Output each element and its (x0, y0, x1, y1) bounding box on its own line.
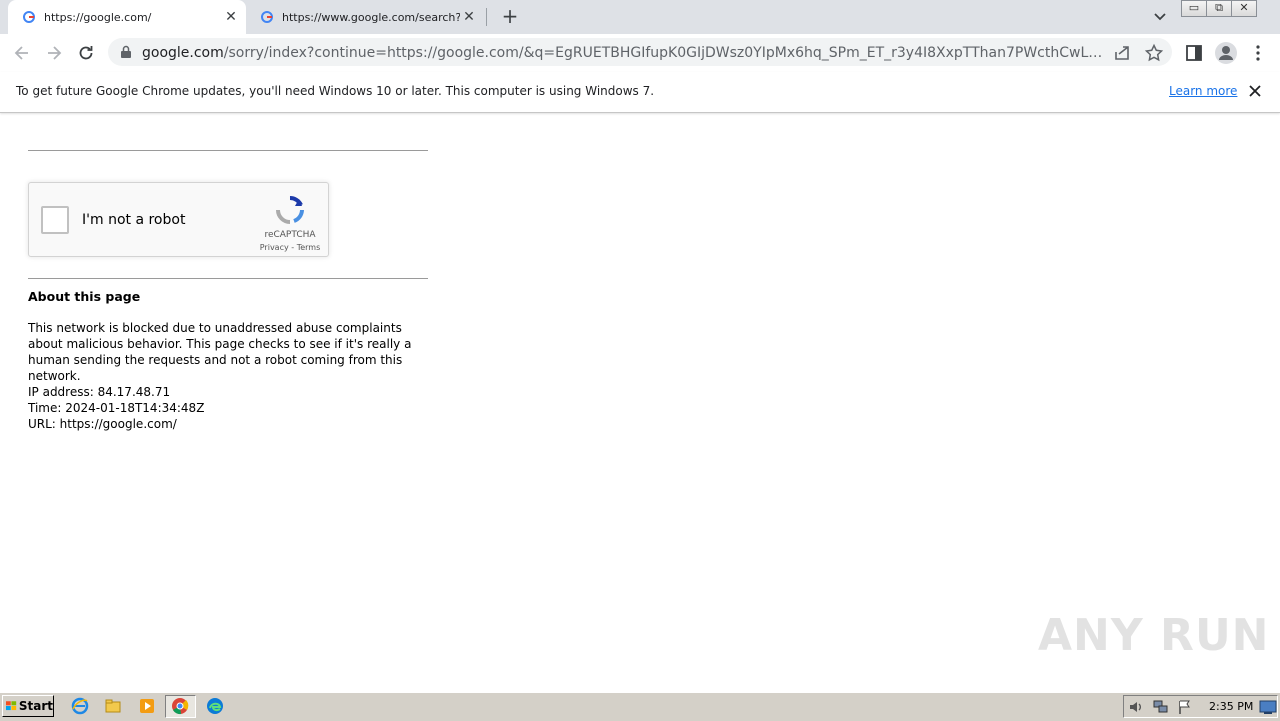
about-body: This network is blocked due to unaddress… (28, 321, 412, 383)
forward-arrow-icon[interactable] (44, 43, 64, 63)
edge-icon[interactable] (206, 697, 224, 715)
google-favicon-icon (261, 11, 273, 23)
url-text[interactable]: google.com/sorry/index?continue=https://… (142, 44, 1106, 62)
tab-title: https://www.google.com/search?q= (282, 10, 460, 24)
internet-explorer-icon[interactable] (71, 697, 89, 715)
tab-google-home[interactable]: https://google.com/ ✕ (8, 0, 246, 34)
recaptcha-label: I'm not a robot (82, 212, 186, 228)
start-label: Start (18, 699, 53, 713)
close-window-button[interactable]: ✕ (1231, 0, 1257, 17)
chrome-icon[interactable] (171, 697, 189, 715)
timestamp: Time: 2024-01-18T14:34:48Z (28, 401, 205, 415)
windows-flag-icon (6, 701, 17, 711)
tab-search-chevron-down-icon[interactable] (1150, 6, 1170, 26)
volume-icon[interactable] (1128, 699, 1144, 715)
bookmark-star-icon[interactable] (1144, 43, 1164, 63)
network-icon[interactable] (1153, 699, 1169, 715)
anyrun-watermark: ANY RUN (1038, 610, 1270, 661)
reload-icon[interactable] (76, 43, 96, 63)
back-arrow-icon[interactable] (12, 43, 32, 63)
window-controls: ▭ ⧉ ✕ (1181, 0, 1257, 17)
google-favicon-icon (23, 11, 35, 23)
minimize-button[interactable]: ▭ (1181, 0, 1207, 17)
divider-top (28, 150, 428, 151)
media-player-icon[interactable] (138, 697, 156, 715)
show-desktop-icon[interactable] (1259, 699, 1277, 715)
tab-title: https://google.com/ (44, 10, 152, 24)
lock-icon[interactable] (120, 45, 132, 59)
infobar-message: To get future Google Chrome updates, you… (16, 84, 655, 98)
side-panel-icon[interactable] (1184, 43, 1204, 63)
new-tab-button[interactable]: + (499, 4, 521, 28)
ip-address: IP address: 84.17.48.71 (28, 385, 171, 399)
menu-kebab-icon[interactable] (1248, 43, 1268, 63)
taskbar-clock[interactable]: 2:35 PM (1209, 700, 1253, 713)
recaptcha-logo-icon (276, 195, 304, 224)
url-path: /sorry/index?continue=https://google.com… (223, 45, 1106, 61)
tab-separator (486, 8, 487, 26)
url-line: URL: https://google.com/ (28, 417, 177, 431)
file-explorer-icon[interactable] (104, 697, 122, 715)
recaptcha-widget: I'm not a robot reCAPTCHA Privacy - Term… (28, 182, 329, 257)
share-icon[interactable] (1112, 43, 1132, 63)
url-host: google.com (142, 45, 224, 61)
recaptcha-checkbox[interactable] (41, 206, 69, 234)
learn-more-link[interactable]: Learn more (1169, 84, 1237, 98)
infobar-close-icon[interactable] (1248, 84, 1262, 98)
action-center-flag-icon[interactable] (1177, 699, 1193, 715)
recaptcha-privacy-terms[interactable]: Privacy - Terms (251, 243, 329, 252)
restore-button[interactable]: ⧉ (1206, 0, 1232, 17)
system-tray (1123, 695, 1278, 718)
tab-google-search[interactable]: https://www.google.com/search?q= ✕ (246, 0, 484, 34)
start-button[interactable]: Start (2, 695, 54, 717)
profile-avatar-icon[interactable] (1214, 41, 1238, 65)
about-title: About this page (28, 289, 141, 304)
recaptcha-brand: reCAPTCHA (264, 230, 316, 240)
tab-close-icon[interactable]: ✕ (460, 9, 478, 25)
tab-close-icon[interactable]: ✕ (222, 9, 240, 25)
divider-bottom (28, 278, 428, 279)
